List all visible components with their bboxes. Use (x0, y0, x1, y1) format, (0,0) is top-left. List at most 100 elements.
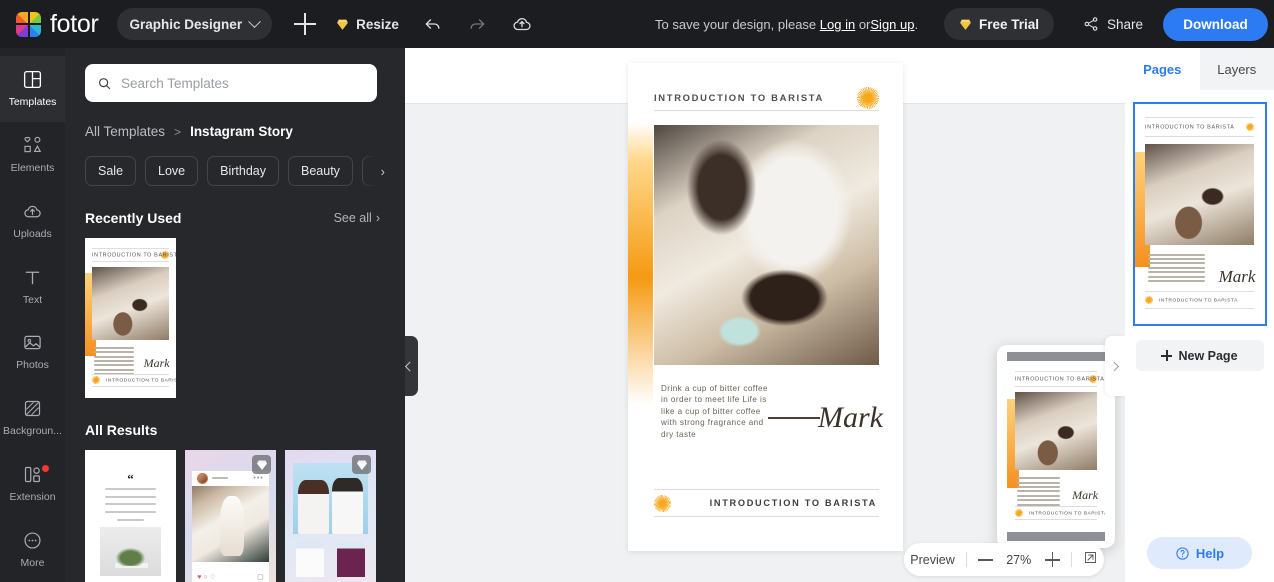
sidebar-item-photos[interactable]: Photos (0, 319, 65, 385)
sunburst-icon (92, 376, 101, 385)
diamond-icon (960, 19, 971, 30)
fit-screen-button[interactable] (1083, 550, 1098, 570)
all-results-title: All Results (85, 422, 158, 438)
chevron-left-icon (405, 361, 415, 371)
template-card-spring-collection[interactable]: SPRING COLLECTION (285, 450, 376, 582)
device-header-text: INTRODUCTION TO BARISTA (1014, 375, 1105, 383)
signature-name: Mark (818, 401, 883, 434)
tab-layers[interactable]: Layers (1199, 48, 1274, 90)
chip-beauty[interactable]: Beauty (288, 156, 353, 186)
orange-gradient-bar (628, 121, 653, 405)
zoom-level: 27% (1006, 552, 1032, 567)
design-header-title: INTRODUCTION TO BARISTA (654, 92, 824, 103)
zoom-in-button[interactable] (1044, 552, 1060, 567)
page-thumb-footer-text: INTRODUCTION TO BARISTA (1158, 296, 1238, 303)
chevron-right-icon: > (174, 124, 182, 139)
canvas-area[interactable]: INTRODUCTION TO BARISTA Drink a cup of b… (405, 48, 1125, 582)
sidebar-item-templates[interactable]: Templates (0, 56, 65, 122)
search-box[interactable] (85, 64, 377, 102)
free-trial-button[interactable]: Free Trial (944, 8, 1055, 40)
sidebar-item-label: Elements (10, 162, 55, 175)
chip-birthday[interactable]: Birthday (207, 156, 279, 186)
all-results-list: “ ••• ♥ ○ ♢ ▢ (85, 450, 385, 582)
templates-panel: All Templates > Instagram Story Sale Lov… (65, 48, 405, 582)
extension-icon (24, 466, 40, 482)
recently-used-header: Recently Used See all › (85, 210, 380, 226)
plant-thumbnail-art: “ (85, 450, 176, 582)
preview-button[interactable]: Preview (910, 553, 954, 567)
cloud-save-button[interactable] (511, 13, 533, 35)
add-page-button[interactable] (294, 13, 317, 35)
page-thumb-header-text: INTRODUCTION TO BARISTA (1144, 123, 1235, 131)
chevron-right-icon (1108, 361, 1119, 371)
template-card-quote-plant[interactable]: “ (85, 450, 176, 582)
more-icon (24, 532, 41, 549)
fotor-logo-icon (16, 11, 41, 37)
thumb-footer-text: INTRODUCTION TO BARISTA (106, 377, 176, 384)
collapse-right-panel-handle[interactable] (1105, 336, 1125, 396)
resize-label: Resize (356, 16, 399, 32)
tab-pages[interactable]: Pages (1125, 48, 1200, 90)
template-card-barista[interactable]: INTRODUCTION TO BARISTA Mark INTRODUCTIO… (85, 238, 176, 398)
design-signature[interactable]: Mark (768, 403, 883, 433)
undo-button[interactable] (423, 14, 443, 34)
breadcrumb-all-templates[interactable]: All Templates (85, 124, 165, 139)
signature-dash (768, 417, 821, 419)
sidebar-item-elements[interactable]: Elements (0, 122, 65, 188)
design-footer-title: INTRODUCTION TO BARISTA (709, 498, 877, 508)
design-canvas-page[interactable]: INTRODUCTION TO BARISTA Drink a cup of b… (628, 63, 903, 551)
design-footer[interactable]: INTRODUCTION TO BARISTA (654, 489, 879, 517)
divider (965, 552, 967, 567)
new-page-label: New Page (1178, 348, 1238, 363)
chevron-down-icon (248, 14, 261, 28)
cloud-upload-icon (513, 17, 531, 31)
search-input[interactable] (121, 75, 361, 91)
device-screen: INTRODUCTION TO BARISTA Mark INTRODUCTIO… (1007, 352, 1105, 541)
see-all-link[interactable]: See all › (334, 211, 380, 225)
chevron-right-icon: › (375, 211, 380, 225)
design-photo[interactable] (654, 125, 879, 365)
sidebar-item-uploads[interactable]: Uploads (0, 188, 65, 254)
sidebar-item-background[interactable]: Backgroun... (0, 385, 65, 451)
sunburst-icon (1246, 123, 1255, 132)
sunburst-icon (857, 86, 879, 109)
premium-badge (252, 455, 271, 474)
download-button[interactable]: Download (1163, 7, 1268, 41)
photos-icon (24, 336, 41, 350)
chip-sale[interactable]: Sale (85, 156, 137, 186)
help-button[interactable]: Help (1147, 537, 1252, 569)
template-card-fashion-post[interactable]: ••• ♥ ○ ♢ ▢ (185, 450, 276, 582)
mode-label: Graphic Designer (129, 16, 243, 32)
or-text: or (858, 16, 871, 32)
device-preview-popup[interactable]: INTRODUCTION TO BARISTA Mark INTRODUCTIO… (997, 345, 1115, 548)
share-label: Share (1107, 16, 1144, 32)
signup-link[interactable]: Sign up (870, 17, 914, 32)
zoom-out-button[interactable] (977, 552, 993, 567)
mode-selector[interactable]: Graphic Designer (116, 8, 273, 40)
chips-next-arrow[interactable]: › (363, 156, 385, 186)
fotor-editor-app: fotor Graphic Designer Resize To save yo… (0, 0, 1274, 582)
design-header[interactable]: INTRODUCTION TO BARISTA (654, 85, 879, 111)
redo-button[interactable] (467, 14, 487, 34)
quote-mark-icon: “ (127, 470, 134, 486)
barista-thumbnail-art: INTRODUCTION TO BARISTA Mark INTRODUCTIO… (85, 238, 176, 398)
page-thumbnail-1[interactable]: INTRODUCTION TO BARISTA Mark INTRODUCTIO… (1132, 102, 1267, 326)
sunburst-icon (1014, 509, 1023, 518)
sidebar-item-text[interactable]: Text (0, 253, 65, 319)
design-body-text[interactable]: Drink a cup of bitter coffee in order to… (661, 383, 777, 440)
brand-logo[interactable]: fotor (16, 10, 99, 39)
resize-button[interactable]: Resize (336, 17, 399, 32)
help-circle-icon (1176, 546, 1189, 560)
sidebar-item-label: Extension (9, 490, 56, 503)
fit-screen-icon (1084, 551, 1096, 563)
sidebar-item-extension[interactable]: Extension (0, 451, 65, 517)
diamond-icon (337, 19, 348, 30)
login-link[interactable]: Log in (820, 17, 855, 32)
sidebar-item-more[interactable]: More (0, 516, 65, 582)
share-button[interactable]: Share (1082, 15, 1143, 33)
chip-love[interactable]: Love (145, 156, 199, 186)
thumb-header-text: INTRODUCTION TO BARISTA (92, 251, 176, 258)
new-page-button[interactable]: New Page (1135, 340, 1264, 371)
sidebar-item-label: More (20, 556, 45, 569)
collapse-left-panel-handle[interactable] (405, 336, 418, 396)
